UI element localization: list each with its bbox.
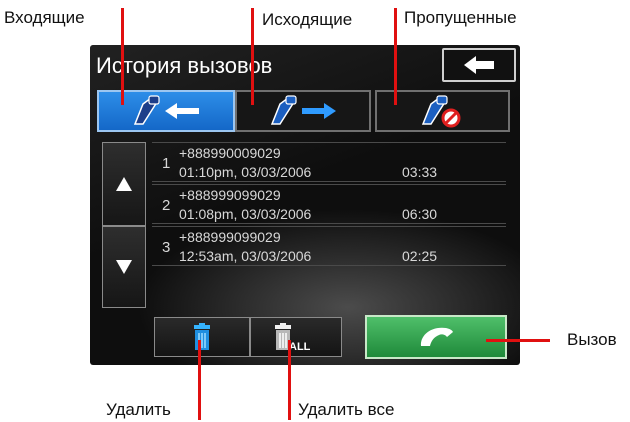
list-item[interactable]: 1 +888990009029 01:10pm, 03/03/2006 03:3…	[152, 142, 506, 182]
arrow-up-icon	[116, 177, 132, 191]
call-duration: 02:25	[402, 248, 438, 264]
tab-outgoing[interactable]	[235, 90, 371, 132]
delete-all-icon-text: ALL	[289, 341, 311, 351]
call-duration: 03:33	[402, 164, 438, 180]
call-index: 2	[162, 197, 171, 214]
callout-outgoing: Исходящие	[262, 10, 353, 29]
call-history-screen: История вызовов 1 +888990009029 01:10pm,…	[90, 45, 520, 365]
trash-icon	[194, 323, 210, 350]
callout-line-delete	[198, 340, 201, 420]
callout-delete-all: Удалить все	[298, 400, 395, 419]
call-duration: 06:30	[402, 206, 438, 222]
callout-line-incoming	[121, 8, 124, 105]
callout-line-call	[486, 339, 550, 342]
tab-incoming[interactable]	[97, 90, 235, 132]
list-item[interactable]: 2 +888999099029 01:08pm, 03/03/2006 06:3…	[152, 184, 506, 224]
callout-line-outgoing	[251, 8, 254, 105]
call-datetime: 01:10pm, 03/03/2006	[179, 164, 312, 180]
callout-call: Вызов	[567, 330, 617, 349]
callout-line-delete-all	[288, 340, 291, 420]
back-button[interactable]	[442, 48, 516, 82]
call-index: 3	[162, 239, 171, 256]
call-number: +888999099029	[179, 229, 281, 245]
callout-delete: Удалить	[106, 400, 171, 419]
outgoing-call-icon	[270, 95, 336, 125]
callout-missed: Пропущенные	[404, 8, 517, 27]
list-item[interactable]: 3 +888999099029 12:53am, 03/03/2006 02:2…	[152, 226, 506, 266]
call-number: +888990009029	[179, 145, 281, 161]
call-number: +888999099029	[179, 187, 281, 203]
trash-all-icon: ALL	[275, 323, 311, 351]
delete-all-button[interactable]: ALL	[250, 317, 342, 357]
callout-incoming: Входящие	[4, 8, 85, 27]
callout-line-missed	[394, 8, 397, 105]
scroll-down-button[interactable]	[102, 226, 146, 308]
arrow-left-icon	[464, 56, 494, 74]
arrow-down-icon	[116, 260, 132, 274]
missed-call-icon	[421, 95, 460, 128]
incoming-call-icon	[133, 95, 199, 125]
delete-button[interactable]	[154, 317, 250, 357]
phone-handset-icon	[420, 327, 453, 346]
call-button[interactable]	[365, 315, 507, 359]
call-datetime: 12:53am, 03/03/2006	[179, 248, 312, 264]
call-index: 1	[162, 155, 171, 172]
call-datetime: 01:08pm, 03/03/2006	[179, 206, 312, 222]
scroll-up-button[interactable]	[102, 142, 146, 226]
title-bar: История вызовов	[90, 45, 520, 87]
